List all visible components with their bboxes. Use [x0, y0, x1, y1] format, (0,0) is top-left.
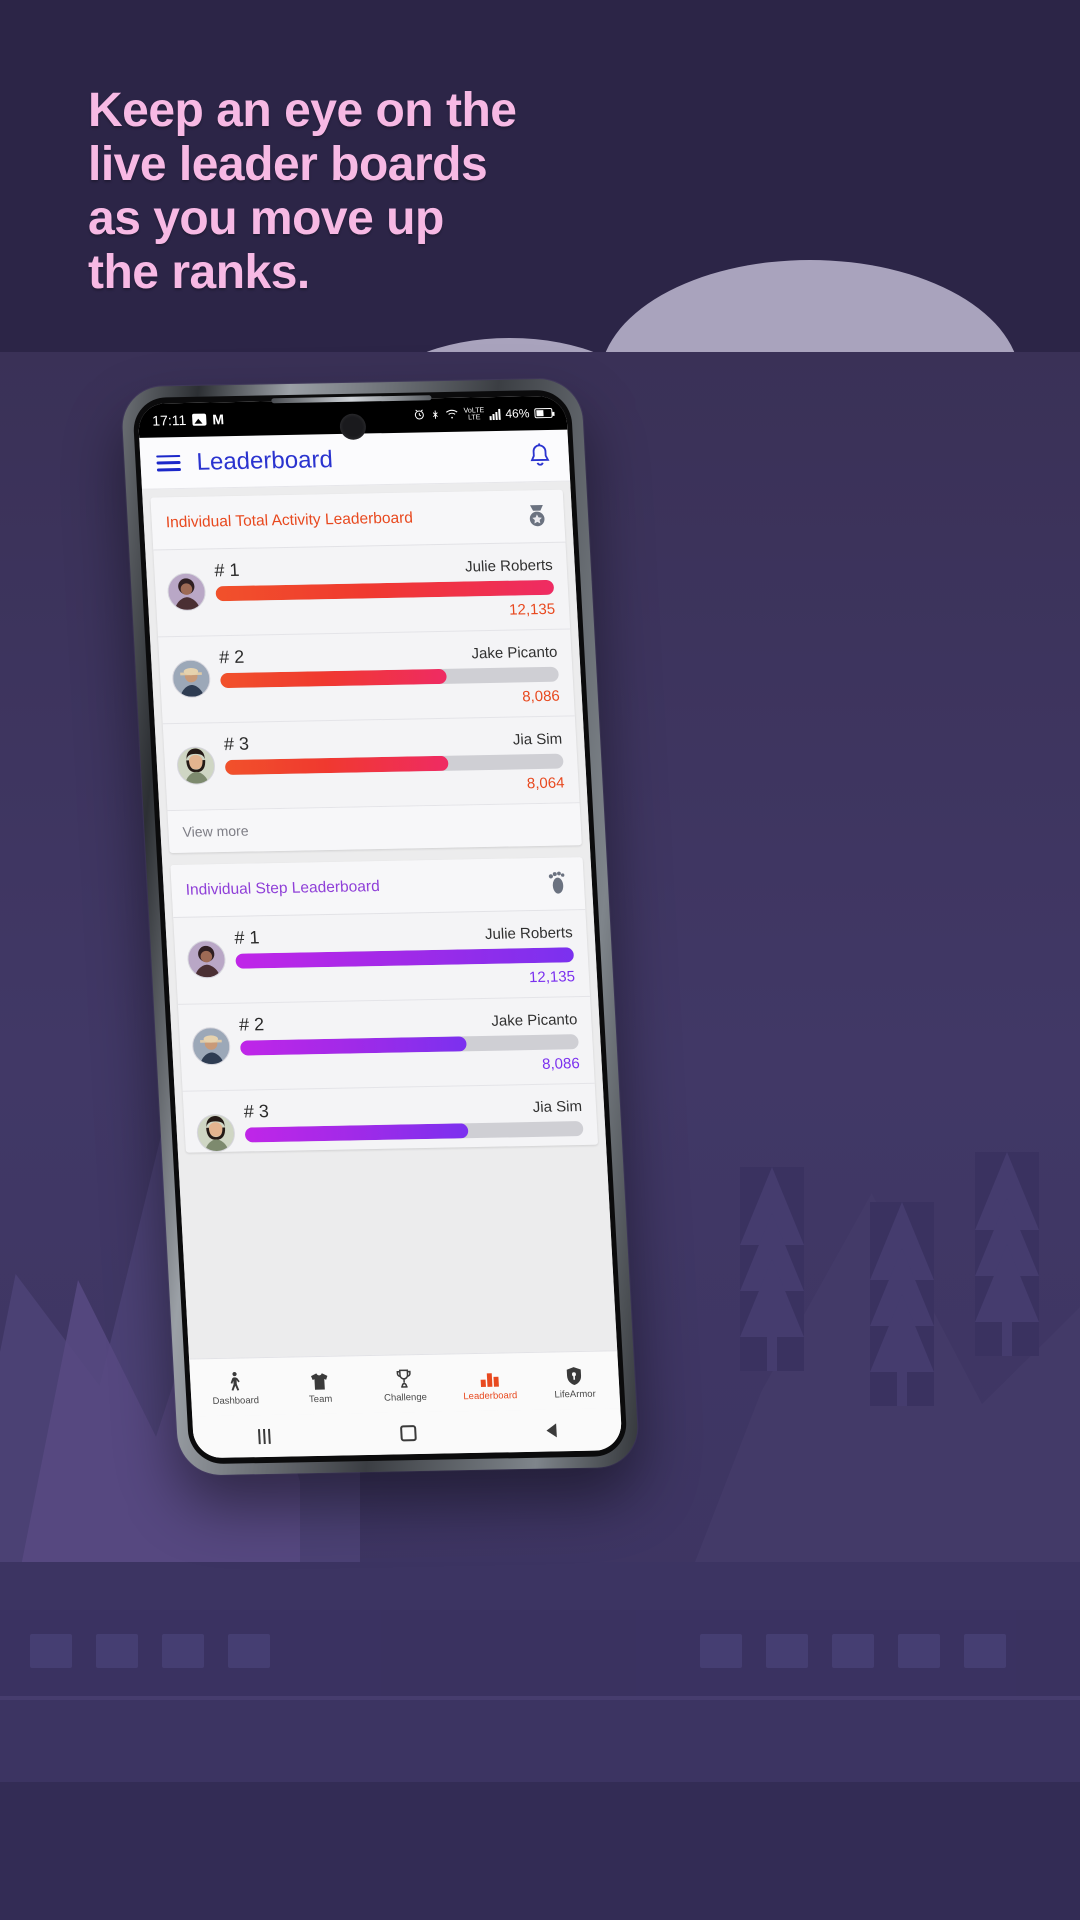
participant-name: Julie Roberts	[484, 924, 574, 943]
pine-tree-2	[870, 1202, 934, 1406]
footprint-icon	[543, 869, 571, 897]
volte-icon: VoLTE LTE	[463, 407, 485, 422]
progress-fill	[244, 1123, 469, 1143]
foreground-ground	[0, 1782, 1080, 1920]
score-value: 8,086	[521, 687, 561, 706]
bluetooth-icon	[430, 408, 441, 423]
leaderboard-row[interactable]: # 2 Jake Picanto 8,086	[158, 629, 575, 725]
avatar	[175, 746, 217, 785]
bell-icon[interactable]	[526, 441, 554, 469]
avatar	[171, 659, 212, 699]
rank-label: # 2	[218, 646, 245, 668]
battery-icon	[534, 407, 553, 419]
view-more-button[interactable]: View more	[167, 803, 582, 854]
leaderboard-row[interactable]: # 2 Jake Picanto 8,086	[177, 996, 595, 1092]
progress-track	[239, 1034, 579, 1056]
medal-icon	[523, 502, 551, 530]
score-value: 8,086	[541, 1055, 581, 1073]
tshirt-icon	[309, 1368, 330, 1390]
wifi-icon	[446, 408, 460, 421]
leaderboard-row[interactable]: # 3 Jia Sim 8,064	[162, 716, 580, 812]
headline-line-1: Keep an eye on the	[88, 84, 517, 137]
home-icon[interactable]	[399, 1425, 417, 1442]
pine-tree-1	[740, 1167, 804, 1371]
leaderboard-row[interactable]: # 1 Julie Roberts 12,135	[173, 910, 591, 1005]
ground-edge	[0, 1696, 1080, 1700]
nav-label: LifeArmor	[554, 1388, 597, 1400]
page-title: Leaderboard	[195, 445, 334, 476]
progress-fill	[215, 579, 555, 602]
trophy-icon	[395, 1367, 413, 1389]
progress-track	[215, 579, 555, 602]
rank-label: # 1	[233, 927, 260, 948]
nav-item-dashboard[interactable]: Dashboard	[192, 1369, 279, 1407]
participant-name: Jake Picanto	[471, 643, 558, 663]
leaderboard-row[interactable]: # 1 Julie Roberts 12,135	[153, 542, 571, 638]
bottom-navigation: Dashboard Team Challenge Leaderboard Lif…	[189, 1350, 621, 1417]
nav-item-leaderboard[interactable]: Leaderboard	[446, 1364, 533, 1402]
back-icon[interactable]	[546, 1423, 557, 1438]
status-time: 17:11	[151, 411, 187, 429]
progress-track	[235, 947, 575, 969]
card-individual-total-activity: Individual Total Activity Leaderboard # …	[150, 489, 582, 854]
progress-track	[244, 1121, 584, 1143]
avatar	[166, 572, 207, 612]
avatar	[191, 1026, 232, 1066]
card-title: Individual Step Leaderboard	[185, 878, 381, 899]
rank-label: # 2	[238, 1014, 265, 1035]
participant-name: Jake Picanto	[490, 1011, 578, 1030]
nav-label: Leaderboard	[463, 1389, 518, 1402]
rank-label: # 3	[223, 733, 250, 755]
headline-line-2: live leader boards	[88, 138, 488, 191]
rank-label: # 3	[243, 1101, 270, 1122]
participant-name: Julie Roberts	[464, 556, 554, 576]
card-individual-step: Individual Step Leaderboard # 1 Julie Ro…	[170, 857, 599, 1153]
nav-label: Dashboard	[212, 1394, 260, 1407]
marketing-headline: Keep an eye on the live leader boards as…	[88, 84, 648, 300]
phone-mockup: 17:11 M VoLTE LTE 46% Leaderboard Indivi…	[120, 378, 640, 1476]
gmail-icon: M	[211, 411, 224, 428]
participant-name: Jia Sim	[532, 1098, 583, 1116]
headline-line-3: as you move up	[88, 192, 444, 245]
nav-label: Challenge	[383, 1391, 428, 1404]
progress-fill	[224, 755, 449, 776]
photos-icon	[191, 413, 207, 426]
recents-icon[interactable]	[257, 1428, 271, 1444]
pine-tree-3	[975, 1152, 1039, 1356]
shield-icon	[565, 1363, 583, 1385]
nav-label: Team	[308, 1393, 333, 1405]
bar-chart-icon	[478, 1365, 501, 1387]
nav-item-team[interactable]: Team	[277, 1368, 364, 1406]
leaderboard-scroll-area[interactable]: Individual Total Activity Leaderboard # …	[142, 481, 618, 1359]
leaderboard-row[interactable]: # 3 Jia Sim	[183, 1084, 598, 1153]
rank-label: # 1	[213, 559, 241, 581]
phone-frame: 17:11 M VoLTE LTE 46% Leaderboard Indivi…	[120, 378, 640, 1476]
card-title: Individual Total Activity Leaderboard	[165, 509, 414, 532]
avatar	[195, 1113, 236, 1153]
phone-bezel: 17:11 M VoLTE LTE 46% Leaderboard Indivi…	[132, 389, 628, 1465]
nav-item-lifearmor[interactable]: LifeArmor	[531, 1363, 618, 1401]
android-system-nav	[192, 1408, 623, 1459]
card-header: Individual Total Activity Leaderboard	[150, 489, 566, 551]
hamburger-icon[interactable]	[156, 454, 182, 471]
battery-percent-label: 46%	[505, 406, 530, 421]
progress-fill	[239, 1036, 468, 1056]
phone-screen: 17:11 M VoLTE LTE 46% Leaderboard Indivi…	[137, 395, 623, 1459]
walking-person-icon	[226, 1370, 243, 1392]
headline-line-4: the ranks.	[88, 246, 310, 299]
signal-icon	[489, 408, 501, 420]
nav-item-challenge[interactable]: Challenge	[361, 1366, 448, 1404]
progress-track	[224, 753, 564, 776]
score-value: 12,135	[508, 600, 556, 619]
avatar	[186, 939, 227, 979]
progress-track	[220, 666, 559, 689]
card-header: Individual Step Leaderboard	[170, 857, 586, 918]
score-value: 12,135	[528, 968, 576, 987]
alarm-icon	[413, 408, 426, 422]
score-value: 8,064	[526, 774, 565, 793]
progress-fill	[220, 668, 448, 689]
participant-name: Jia Sim	[512, 730, 563, 749]
progress-fill	[235, 947, 575, 969]
train-silhouette	[0, 1610, 1080, 1696]
